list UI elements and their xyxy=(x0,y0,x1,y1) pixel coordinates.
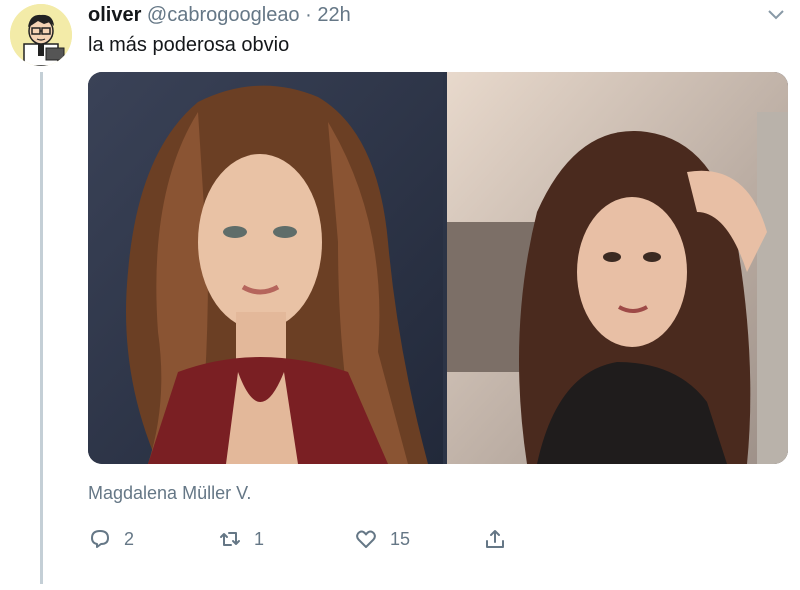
timestamp[interactable]: 22h xyxy=(317,4,350,26)
reply-button[interactable]: 2 xyxy=(88,524,134,554)
tweet-header: oliver @cabrogoogleao · 22h xyxy=(88,4,351,27)
photo-right-image xyxy=(447,72,788,464)
display-name[interactable]: oliver xyxy=(88,4,141,26)
avatar[interactable] xyxy=(10,4,72,66)
chevron-down-icon[interactable] xyxy=(766,8,786,22)
photo-right[interactable] xyxy=(447,72,788,464)
separator-dot: · xyxy=(305,4,312,26)
tweet-actions: 2 1 15 xyxy=(88,524,588,554)
tweet-text: la más poderosa obvio xyxy=(88,34,290,56)
share-icon xyxy=(486,530,504,548)
cartoon-avatar-icon xyxy=(10,4,72,66)
heart-icon xyxy=(356,530,376,548)
retweet-count: 1 xyxy=(254,528,265,549)
tweet-media[interactable] xyxy=(88,72,788,464)
user-handle[interactable]: @cabrogoogleao xyxy=(147,4,300,26)
reply-count: 2 xyxy=(124,528,135,549)
media-caption[interactable]: Magdalena Müller V. xyxy=(88,483,251,504)
photo-left-image xyxy=(88,72,443,464)
like-count: 15 xyxy=(390,528,411,549)
like-button[interactable]: 15 xyxy=(354,524,410,554)
reply-icon xyxy=(91,530,109,548)
photo-left[interactable] xyxy=(88,72,443,464)
retweet-button[interactable]: 1 xyxy=(218,524,264,554)
retweet-icon xyxy=(220,532,240,546)
thread-line xyxy=(40,72,43,584)
share-button[interactable] xyxy=(483,524,507,554)
